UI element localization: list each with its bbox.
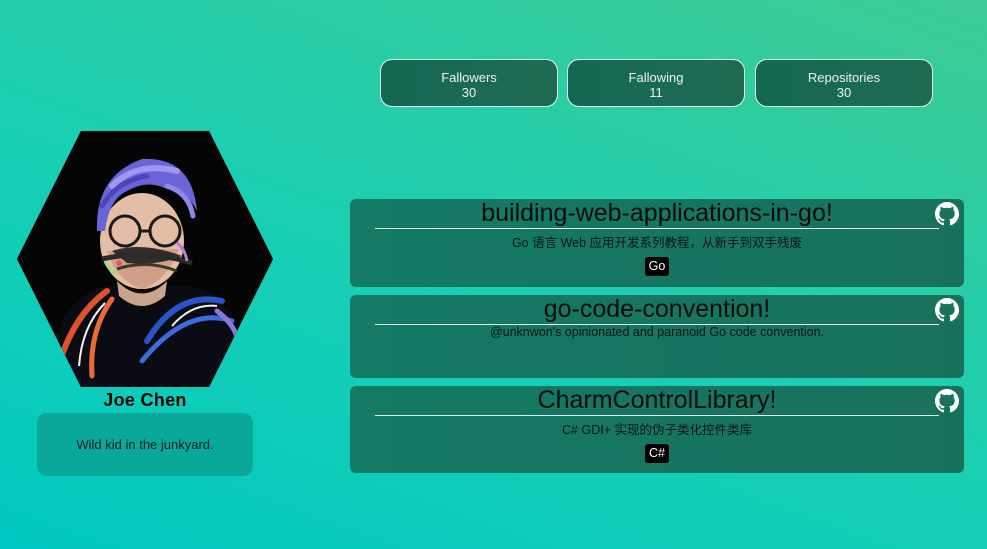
repositories-stat[interactable]: Repositories 30 bbox=[755, 59, 933, 107]
portrait-avatar-image bbox=[17, 131, 273, 387]
followers-stat[interactable]: Fallowers 30 bbox=[380, 59, 558, 107]
repo-title[interactable]: go-code-convention! bbox=[375, 295, 939, 325]
profile-bio: Wild kid in the junkyard. bbox=[37, 413, 253, 476]
repo-card[interactable]: building-web-applications-in-go! Go 语言 W… bbox=[350, 199, 964, 287]
github-icon[interactable] bbox=[935, 298, 959, 322]
repo-description: C# GDI+ 实现的伪子类化控件类库 bbox=[562, 423, 752, 437]
repo-title[interactable]: CharmControlLibrary! bbox=[375, 386, 939, 416]
language-badge: Go bbox=[644, 257, 670, 276]
repo-description: @unknwon's opinionated and paranoid Go c… bbox=[489, 325, 825, 339]
followers-count: 30 bbox=[461, 85, 477, 100]
following-label: Fallowing bbox=[628, 70, 684, 85]
repositories-count: 30 bbox=[836, 85, 852, 100]
repositories-label: Repositories bbox=[807, 70, 881, 85]
following-stat[interactable]: Fallowing 11 bbox=[567, 59, 745, 107]
repo-card[interactable]: go-code-convention! @unknwon's opinionat… bbox=[350, 295, 964, 378]
profile-name-text: Joe Chen bbox=[102, 390, 188, 414]
language-badge: C# bbox=[645, 444, 669, 463]
following-count: 11 bbox=[649, 85, 663, 100]
github-icon[interactable] bbox=[935, 389, 959, 413]
repo-title[interactable]: building-web-applications-in-go! bbox=[375, 199, 939, 229]
github-icon[interactable] bbox=[935, 202, 959, 226]
profile-name: Joe Chen bbox=[0, 390, 290, 414]
followers-label: Fallowers bbox=[441, 70, 497, 85]
avatar bbox=[17, 131, 273, 387]
repo-language: Go bbox=[350, 257, 964, 276]
repo-card[interactable]: CharmControlLibrary! C# GDI+ 实现的伪子类化控件类库… bbox=[350, 386, 964, 473]
repo-language: C# bbox=[350, 444, 964, 463]
repo-description: Go 语言 Web 应用开发系列教程，从新手到双手残废 bbox=[511, 236, 803, 250]
